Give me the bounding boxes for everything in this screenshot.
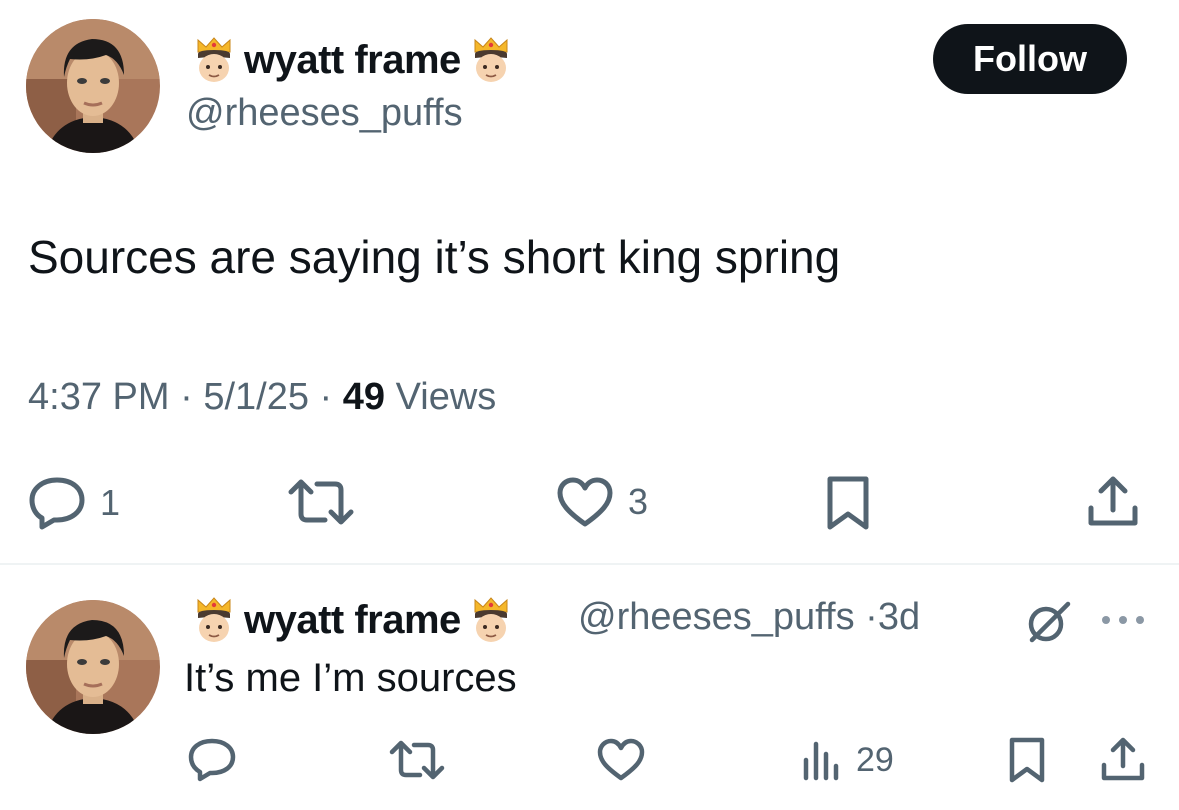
reply-views-count: 29 (856, 740, 894, 779)
bookmark-icon (825, 474, 871, 532)
crown-man-emoji-icon (194, 596, 234, 644)
repost-button[interactable] (287, 478, 355, 526)
reply-button[interactable]: 1 (28, 476, 120, 530)
grok-icon (1024, 601, 1072, 650)
meta-separator: · (180, 376, 193, 418)
reply-reply-button[interactable] (188, 738, 236, 782)
reply-author-handle[interactable]: @rheeses_puffs (578, 596, 855, 638)
reply-text: It’s me I’m sources (184, 656, 517, 700)
reply-count: 1 (100, 482, 121, 523)
reply-author-display-name[interactable]: wyatt frame (244, 598, 461, 643)
divider (0, 563, 1179, 565)
repost-icon (287, 478, 355, 526)
crown-man-emoji-icon (471, 36, 511, 84)
author-handle[interactable]: @rheeses_puffs (186, 92, 463, 135)
like-count: 3 (628, 481, 649, 522)
tweet-meta: 4:37 PM · 5/1/25 · 49 Views (28, 376, 496, 419)
reply-bookmark-button[interactable] (1008, 736, 1046, 784)
author-name-row[interactable]: wyatt frame (194, 36, 511, 84)
share-button[interactable] (1086, 474, 1140, 528)
meta-separator: · (319, 376, 333, 418)
reply-age[interactable]: 3d (878, 596, 920, 638)
author-display-name[interactable]: wyatt frame (244, 38, 461, 83)
grok-button[interactable] (1024, 598, 1072, 651)
crown-man-emoji-icon (471, 596, 511, 644)
more-icon (1100, 615, 1146, 632)
share-icon (1086, 474, 1140, 528)
reply-repost-button[interactable] (389, 740, 445, 780)
reply-icon (188, 738, 236, 782)
reply-meta: @rheeses_puffs ·3d (578, 596, 920, 639)
share-icon (1100, 736, 1146, 782)
views-icon (802, 738, 842, 782)
reply-views-button[interactable]: 29 (802, 738, 894, 782)
tweet-time[interactable]: 4:37 PM (28, 376, 170, 418)
meta-separator: · (865, 596, 878, 638)
reply-like-button[interactable] (597, 738, 645, 782)
reply-share-button[interactable] (1100, 736, 1146, 782)
more-options-button[interactable] (1100, 612, 1146, 633)
reply-author-avatar[interactable] (26, 600, 160, 734)
reply-author-name-row[interactable]: wyatt frame (194, 596, 511, 644)
bookmark-button[interactable] (825, 474, 871, 532)
repost-icon (389, 740, 445, 780)
tweet-date[interactable]: 5/1/25 (203, 376, 309, 418)
crown-man-emoji-icon (194, 36, 234, 84)
bookmark-icon (1008, 736, 1046, 784)
author-avatar[interactable] (26, 19, 160, 153)
views-count: 49 (342, 376, 386, 418)
like-button[interactable]: 3 (556, 476, 648, 528)
tweet-text: Sources are saying it’s short king sprin… (28, 231, 841, 283)
views-label: Views (395, 376, 497, 418)
like-icon (556, 476, 614, 528)
reply-icon (28, 476, 86, 530)
follow-button[interactable]: Follow (933, 24, 1127, 94)
like-icon (597, 738, 645, 782)
